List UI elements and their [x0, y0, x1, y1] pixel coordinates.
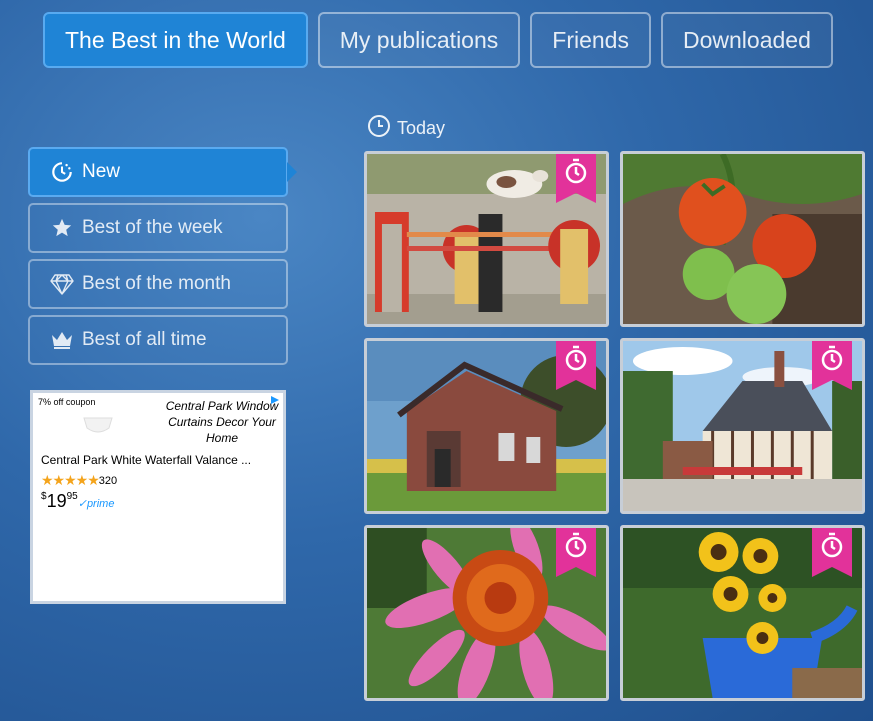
star-icon [50, 216, 74, 240]
prime-badge: ✓prime [77, 498, 115, 510]
sidebar-item-new[interactable]: New [28, 147, 297, 197]
timer-bookmark-icon [812, 341, 852, 390]
timer-bookmark-icon [556, 528, 596, 577]
sidebar-item-month[interactable]: Best of the month [28, 259, 288, 309]
ad-title[interactable]: Central Park Window Curtains Decor Your … [163, 398, 281, 446]
sidebar-item-label: Best of the week [82, 217, 223, 238]
ad-price-dollars: 19 [46, 491, 67, 511]
ad-coupon: 7% off coupon [38, 397, 96, 407]
photo-brick-schoolhouse[interactable] [364, 338, 609, 514]
photo-tomatoes[interactable] [620, 151, 865, 327]
tab-downloaded[interactable]: Downloaded [660, 12, 833, 68]
sidebar: New Best of the week Best of the month B… [28, 147, 297, 371]
photo-half-timbered-house[interactable] [620, 338, 865, 514]
sidebar-item-label: New [82, 161, 121, 182]
star-rating-icon: ★★★★★ [41, 472, 100, 488]
sidebar-item-label: Best of all time [82, 329, 207, 350]
ad-price: $1995✓prime [41, 491, 115, 511]
adchoices-icon[interactable] [270, 395, 280, 405]
timer-bookmark-icon [812, 528, 852, 577]
ad-rating-count: 320 [98, 474, 118, 487]
advertisement[interactable]: 7% off coupon Central Park Window Curtai… [30, 390, 286, 604]
crown-icon [50, 328, 74, 352]
section-today: Today [367, 114, 445, 143]
diamond-icon [50, 272, 74, 296]
ad-product-image[interactable] [78, 415, 118, 437]
ad-product-name[interactable]: Central Park White Waterfall Valance ... [41, 453, 251, 467]
ad-price-cents: 95 [66, 491, 78, 502]
clock-new-icon [50, 160, 74, 184]
tab-my-publications[interactable]: My publications [317, 12, 521, 68]
top-tabs: The Best in the World My publications Fr… [43, 12, 833, 68]
photo-rabbit-jump[interactable] [364, 151, 609, 327]
timer-bookmark-icon [556, 341, 596, 390]
tab-best-in-world[interactable]: The Best in the World [43, 12, 308, 68]
ad-rating: ★★★★★ 320 [41, 472, 117, 489]
tab-friends[interactable]: Friends [530, 12, 651, 68]
photo-sunflowers[interactable] [620, 525, 865, 701]
sidebar-item-week[interactable]: Best of the week [28, 203, 288, 253]
sidebar-item-all-time[interactable]: Best of all time [28, 315, 288, 365]
clock-icon [367, 114, 391, 143]
timer-bookmark-icon [556, 154, 596, 203]
photo-coneflower[interactable] [364, 525, 609, 701]
photo-grid [364, 151, 865, 701]
sidebar-item-label: Best of the month [82, 273, 231, 294]
section-label: Today [397, 118, 446, 138]
